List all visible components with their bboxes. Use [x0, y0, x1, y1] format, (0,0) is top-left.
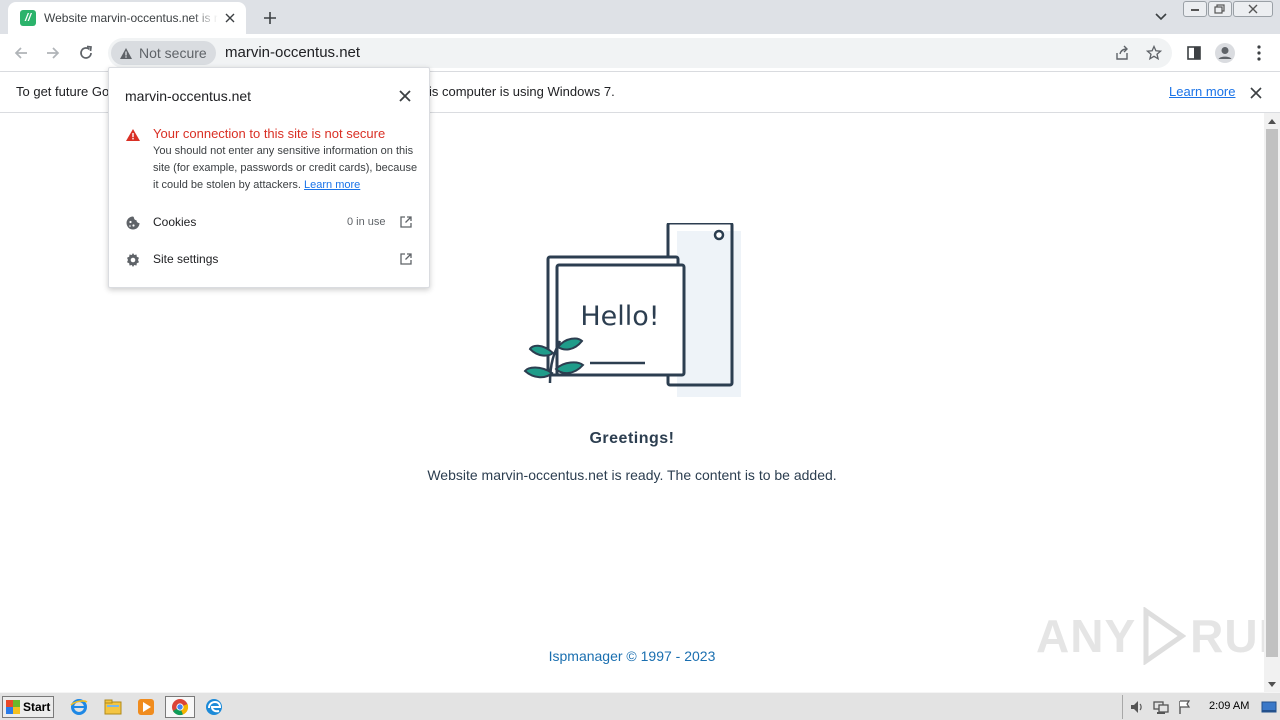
- site-info-popup: marvin-occentus.net Your connection to t…: [108, 67, 430, 288]
- open-external-icon: [400, 216, 412, 228]
- greetings-heading: Greetings!: [589, 430, 675, 447]
- windows-flag-icon: [6, 700, 20, 714]
- scroll-up-arrow-icon[interactable]: [1264, 113, 1280, 129]
- taskbar-ie-icon[interactable]: [64, 696, 94, 718]
- network-icon[interactable]: [1153, 699, 1169, 715]
- scroll-down-arrow-icon[interactable]: [1264, 676, 1280, 692]
- site-settings-row[interactable]: Site settings: [109, 245, 429, 275]
- watermark-left-text: ANY: [1036, 610, 1137, 662]
- volume-icon[interactable]: [1129, 699, 1145, 715]
- cookies-row[interactable]: Cookies 0 in use: [109, 208, 429, 238]
- taskbar-clock[interactable]: 2:09 AM: [1209, 700, 1249, 712]
- site-ready-text: Website marvin-occentus.net is ready. Th…: [427, 467, 837, 483]
- start-button[interactable]: Start: [2, 696, 54, 718]
- taskbar-explorer-icon[interactable]: [98, 696, 128, 718]
- info-bar-message-start: To get future Go: [16, 84, 110, 99]
- site-settings-label: Site settings: [153, 252, 219, 266]
- play-logo-icon: [1143, 607, 1187, 665]
- new-tab-button[interactable]: [258, 6, 282, 30]
- hello-text: Hello!: [580, 301, 659, 332]
- share-icon[interactable]: [1113, 44, 1131, 62]
- scrollbar-thumb[interactable]: [1266, 129, 1278, 657]
- forward-button[interactable]: [40, 40, 66, 66]
- anyrun-watermark: ANY RUN: [1036, 607, 1280, 665]
- show-desktop-icon[interactable]: [1261, 699, 1277, 715]
- tab-search-chevron-icon[interactable]: [1150, 6, 1172, 28]
- hello-illustration: Hello!: [523, 223, 741, 397]
- cookie-icon: [126, 216, 140, 230]
- system-tray: 2:09 AM: [1122, 695, 1277, 719]
- site-favicon-icon: //: [20, 10, 36, 26]
- start-label: Start: [23, 700, 51, 714]
- browser-tab[interactable]: // Website marvin-occentus.net is ready.…: [8, 2, 246, 34]
- connection-warning-title: Your connection to this site is not secu…: [153, 126, 386, 141]
- taskbar-chrome-icon[interactable]: [165, 696, 195, 718]
- restore-button[interactable]: [1208, 1, 1232, 17]
- minimize-button[interactable]: [1183, 1, 1207, 17]
- info-bar-message-end: is computer is using Windows 7.: [429, 84, 615, 99]
- url-text[interactable]: marvin-occentus.net: [225, 44, 360, 61]
- security-label: Not secure: [139, 45, 207, 61]
- not-secure-chip[interactable]: Not secure: [111, 41, 216, 65]
- tab-strip: // Website marvin-occentus.net is ready.…: [0, 0, 1280, 34]
- warning-triangle-icon: [120, 47, 132, 59]
- taskbar-media-player-icon[interactable]: [131, 696, 161, 718]
- side-panel-icon[interactable]: [1183, 42, 1205, 64]
- reload-button[interactable]: [73, 40, 99, 66]
- back-button[interactable]: [8, 40, 34, 66]
- tab-close-icon[interactable]: [222, 10, 238, 26]
- profile-avatar-icon[interactable]: [1214, 42, 1236, 64]
- windows-taskbar: Start 2:09 AM: [0, 692, 1280, 720]
- action-center-flag-icon[interactable]: [1177, 699, 1193, 715]
- address-bar[interactable]: Not secure marvin-occentus.net: [108, 38, 1172, 68]
- cookies-count: 0 in use: [347, 216, 386, 228]
- cookies-label: Cookies: [153, 215, 197, 229]
- popup-learn-more-link[interactable]: Learn more: [304, 179, 360, 191]
- menu-kebab-icon[interactable]: [1248, 42, 1270, 64]
- info-bar-close-icon[interactable]: [1246, 83, 1266, 103]
- popup-site-name: marvin-occentus.net: [125, 88, 252, 104]
- window-close-button[interactable]: [1233, 1, 1273, 17]
- bookmark-star-icon[interactable]: [1145, 44, 1163, 62]
- taskbar-edge-icon[interactable]: [199, 696, 229, 718]
- red-warning-icon: [126, 129, 140, 141]
- popup-close-icon[interactable]: [396, 87, 414, 105]
- connection-warning-body: You should not enter any sensitive infor…: [153, 145, 418, 191]
- gear-icon: [127, 253, 139, 267]
- info-bar-learn-more-link[interactable]: Learn more: [1169, 84, 1235, 99]
- page-scrollbar[interactable]: [1264, 113, 1280, 692]
- tab-title: Website marvin-occentus.net is ready. Th…: [44, 11, 218, 25]
- open-external-icon: [400, 253, 412, 265]
